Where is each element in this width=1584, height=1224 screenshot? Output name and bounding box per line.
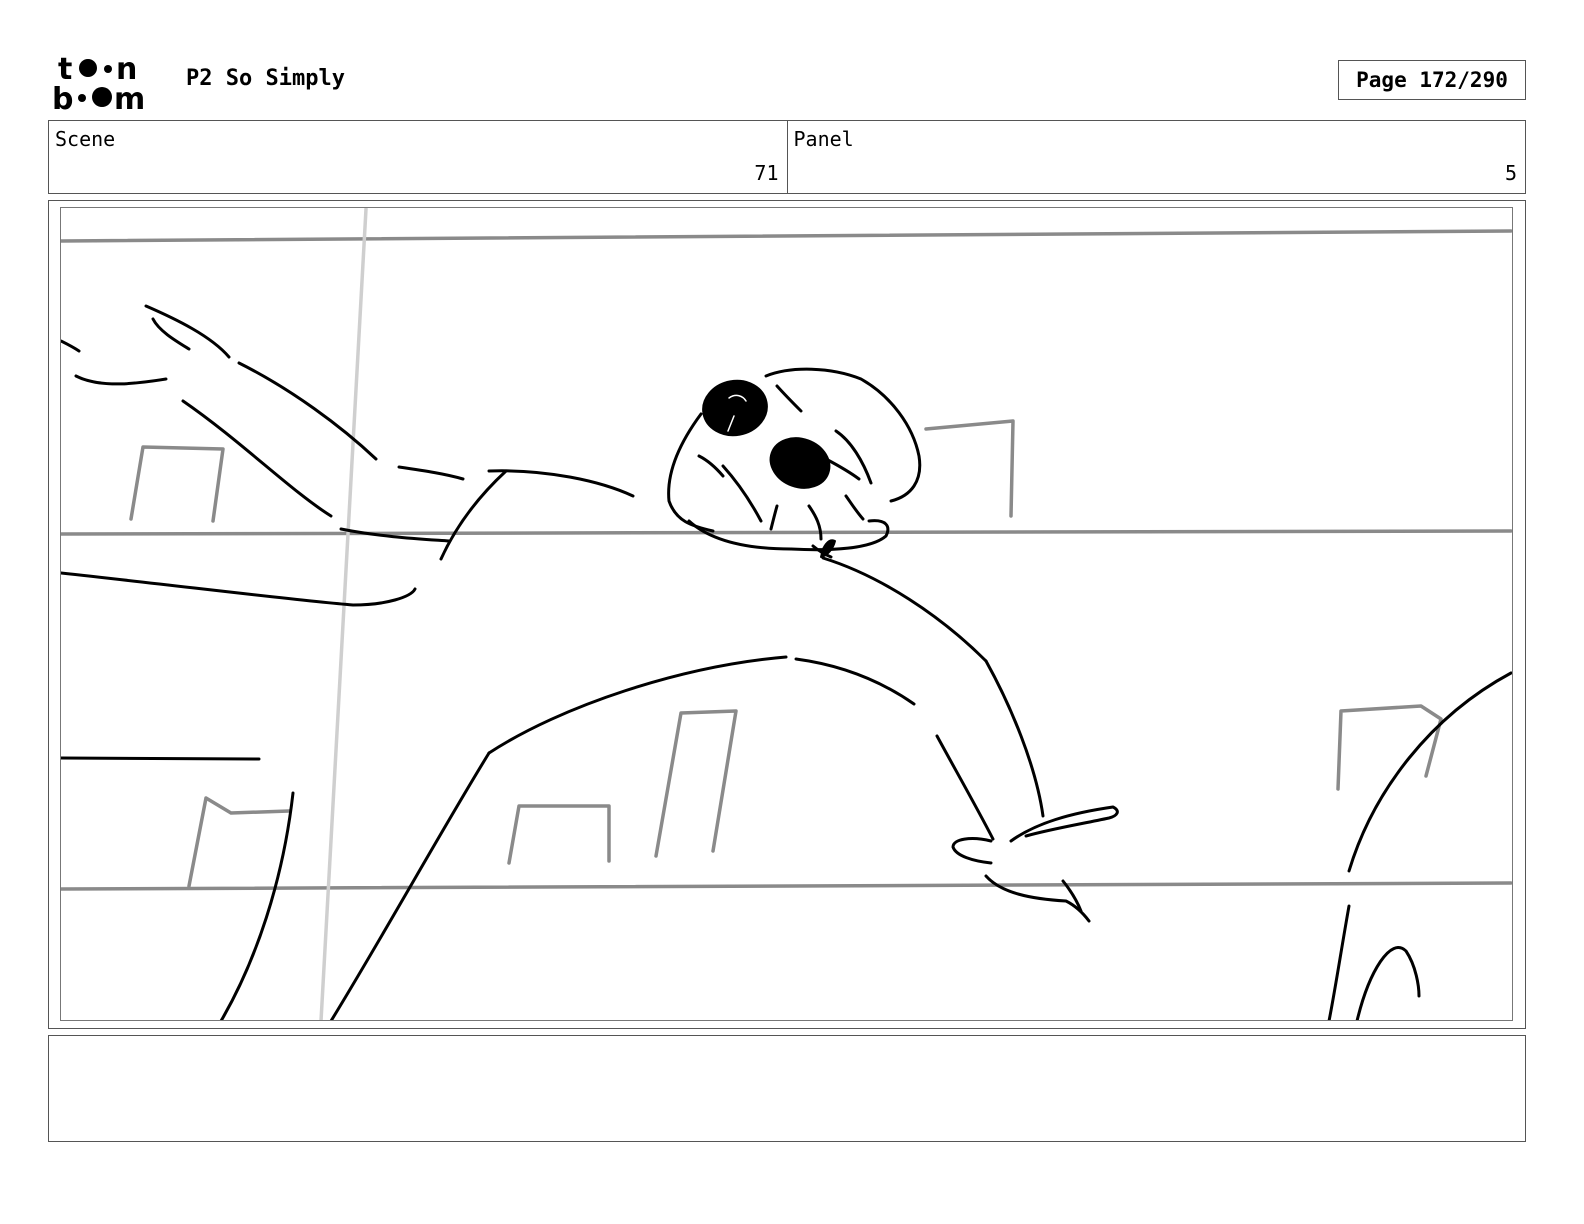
sketch-artwork [61,208,1512,1020]
character-linework [61,304,1512,1020]
vertical-guide-line [319,208,368,1020]
panel-notes-box [48,1035,1526,1142]
panel-number: 5 [1504,161,1517,185]
svg-text:m: m [114,82,145,112]
project-title: P2 So Simply [186,66,345,91]
scene-number: 71 [754,161,779,185]
panel-label: Panel [793,127,854,151]
scene-panel-info: Scene 71 Panel 5 [48,120,1526,194]
page-indicator: Page 172/290 [1338,60,1526,100]
toon-boom-logo: t n b m [52,52,145,112]
panel-cell: Panel 5 [786,121,1526,193]
scene-label: Scene [55,127,116,151]
sunglasses [702,379,836,558]
svg-text:b: b [52,82,73,112]
background-layout [61,229,1512,891]
scene-cell: Scene 71 [49,121,787,193]
storyboard-sketch [60,207,1513,1021]
